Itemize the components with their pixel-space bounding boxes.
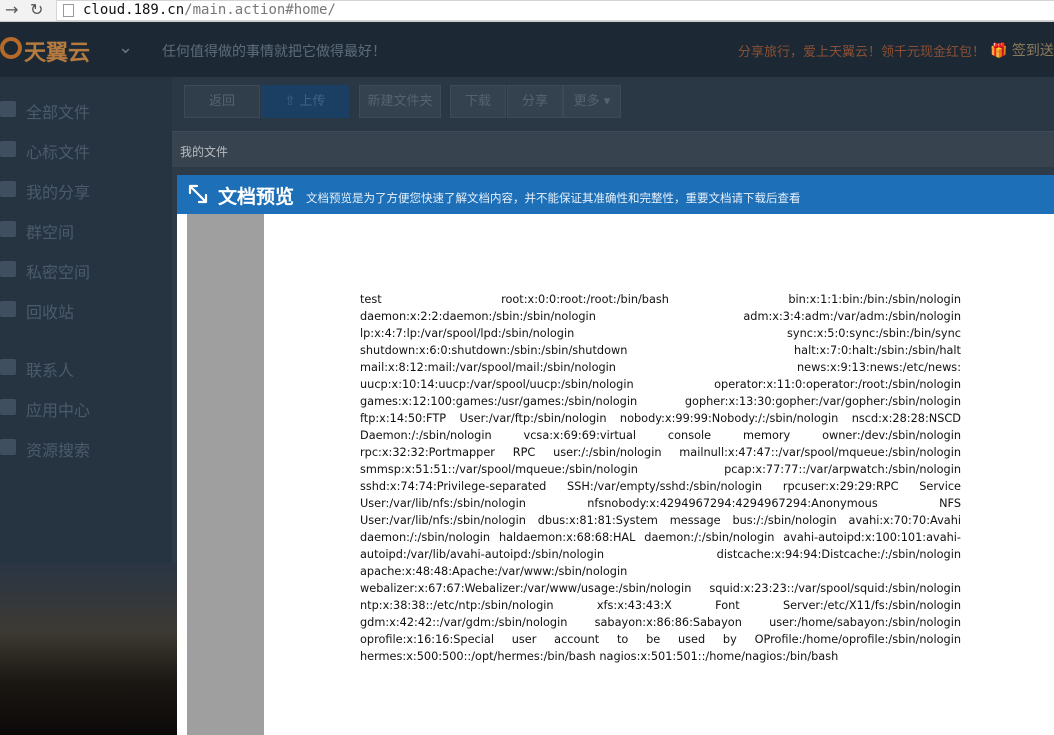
page-icon (63, 4, 74, 17)
app-slogan: 任何值得做的事情就把它做得最好！ (162, 44, 386, 60)
preview-notice: 文档预览是为了方便您快速了解文档内容，并不能保证其准确性和完整性，重要文档请下载… (306, 191, 801, 205)
browser-address-bar: → ↻ cloud.189.cn/main.action#home/ (0, 0, 1054, 22)
download-button[interactable]: 下载 (450, 85, 506, 118)
expand-icon[interactable] (188, 184, 208, 204)
document-line: User:/var/lib/nfs:/sbin/nologin dbus:x:8… (360, 514, 961, 527)
sidebar-item-label: 联系人 (26, 361, 75, 380)
app-logo[interactable]: 天翼云 (24, 35, 90, 67)
document-line: oprofile:x:16:16:Special user account to… (360, 633, 961, 646)
document-line: webalizer:x:67:67:Webalizer:/var/www/usa… (360, 582, 961, 595)
sidebar-item-my-shares[interactable]: 我的分享 (0, 171, 172, 207)
back-button[interactable]: 返回 (184, 85, 260, 118)
page-margin (187, 214, 264, 735)
cloud-icon (0, 101, 16, 117)
sidebar-item-label: 资源搜索 (26, 441, 91, 460)
document-line: mail:x:8:12:mail:/var/spool/mail:/sbin/n… (360, 361, 961, 374)
document-line: shutdown:x:6:0:shutdown:/sbin:/sbin/shut… (360, 344, 961, 357)
contacts-icon (0, 359, 16, 375)
sidebar-item-app-center[interactable]: 应用中心 (0, 389, 172, 425)
document-preview-modal: 文档预览 文档预览是为了方便您快速了解文档内容，并不能保证其准确性和完整性，重要… (177, 175, 1054, 735)
upload-button[interactable]: ⇧ 上传 (261, 85, 349, 118)
document-line: gdm:x:42:42::/var/gdm:/sbin/nologin saba… (360, 616, 961, 629)
sidebar-item-contacts[interactable]: 联系人 (0, 349, 172, 385)
file-toolbar: 返回 ⇧ 上传 新建文件夹 下载 分享 更多 ▾ (172, 77, 1054, 131)
group-icon (0, 221, 16, 237)
heart-icon (0, 141, 16, 157)
share-button[interactable]: 分享 (507, 85, 563, 118)
document-line: apache:x:48:48:Apache:/var/www:/sbin/nol… (360, 565, 628, 578)
document-line: daemon:/:/sbin/nologin haldaemon:x:68:68… (360, 531, 961, 544)
app-header: 天翼云 ⌄ 任何值得做的事情就把它做得最好！ 分享旅行，爱上天翼云！领千元现金红… (0, 23, 1054, 77)
lock-icon (0, 261, 16, 277)
document-line: smmsp:x:51:51::/var/spool/mqueue:/sbin/n… (360, 463, 961, 476)
trash-icon (0, 301, 16, 317)
more-label: 更多 (573, 94, 600, 109)
sidebar-item-label: 应用中心 (26, 401, 91, 420)
sidebar-item-label: 群空间 (26, 223, 75, 242)
breadcrumb-my-files[interactable]: 我的文件 (180, 143, 228, 160)
new-folder-button[interactable]: 新建文件夹 (359, 85, 441, 118)
reload-icon[interactable]: ↻ (30, 1, 43, 19)
caret-down-icon: ▾ (599, 94, 611, 109)
sidebar-item-label: 回收站 (26, 303, 75, 322)
box-icon (0, 399, 16, 415)
forward-icon[interactable]: → (5, 1, 18, 19)
sidebar-item-starred[interactable]: 心标文件 (0, 131, 172, 167)
document-line: test root:x:0:0:root:/root:/bin/bash bin… (360, 293, 961, 306)
share-icon (0, 181, 16, 197)
upload-label: 上传 (299, 94, 326, 109)
document-line: sshd:x:74:74:Privilege-separated SSH:/va… (360, 480, 961, 493)
upload-icon: ⇧ (284, 94, 300, 109)
document-line: autoipd:/var/lib/avahi-autoipd:/sbin/nol… (360, 548, 961, 561)
url-path: /main.action#home/ (184, 2, 336, 18)
sidebar-item-resource-search[interactable]: 资源搜索 (0, 429, 172, 465)
document-line: ntp:x:38:38::/etc/ntp:/sbin/nologin xfs:… (360, 599, 961, 612)
sidebar-item-all-files[interactable]: 全部文件 (0, 91, 172, 127)
document-line: rpc:x:32:32:Portmapper RPC user:/:/sbin/… (360, 446, 961, 459)
document-line: hermes:x:500:500::/opt/hermes:/bin/bash … (360, 650, 839, 663)
url-domain: cloud.189.cn (83, 2, 185, 18)
preview-title: 文档预览 (218, 186, 295, 208)
search-icon (0, 439, 16, 455)
document-line: lp:x:4:7:lp:/var/spool/lpd:/sbin/nologin… (360, 327, 961, 340)
document-line: games:x:12:100:games:/usr/games:/sbin/no… (360, 395, 961, 408)
sidebar-item-label: 全部文件 (26, 103, 91, 122)
sidebar-item-private-space[interactable]: 私密空间 (0, 251, 172, 287)
background-landscape-image (0, 563, 180, 735)
logo-icon (0, 37, 22, 59)
promo-link[interactable]: 分享旅行，爱上天翼云！领千元现金红包！ (738, 41, 985, 60)
document-line: daemon:x:2:2:daemon:/sbin:/sbin/nologin … (360, 310, 961, 323)
sidebar-item-recycle-bin[interactable]: 回收站 (0, 291, 172, 327)
chevron-down-icon[interactable]: ⌄ (118, 37, 133, 58)
breadcrumb: 我的文件 (172, 131, 1054, 167)
document-page: test root:x:0:0:root:/root:/bin/bash bin… (264, 214, 1054, 735)
document-line: ftp:x:14:50:FTP User:/var/ftp:/sbin/nolo… (360, 412, 961, 425)
url-text: cloud.189.cn/main.action#home/ (83, 2, 336, 18)
preview-header: 文档预览 文档预览是为了方便您快速了解文档内容，并不能保证其准确性和完整性，重要… (177, 175, 1054, 214)
document-line: Daemon:/:/sbin/nologin vcsa:x:69:69:virt… (360, 429, 961, 442)
document-line: User:/var/lib/nfs:/sbin/nologin nfsnobod… (360, 497, 961, 510)
signin-label: 签到送空 (1011, 43, 1054, 59)
document-text: test root:x:0:0:root:/root:/bin/bash bin… (360, 291, 961, 665)
url-field[interactable]: cloud.189.cn/main.action#home/ (56, 0, 1054, 21)
preview-body: test root:x:0:0:root:/root:/bin/bash bin… (177, 214, 1054, 735)
more-button[interactable]: 更多 ▾ (563, 85, 621, 118)
sidebar-item-label: 私密空间 (26, 263, 91, 282)
document-line: uucp:x:10:14:uucp:/var/spool/uucp:/sbin/… (360, 378, 961, 391)
sidebar-item-label: 心标文件 (26, 143, 91, 162)
sidebar-item-group-space[interactable]: 群空间 (0, 211, 172, 247)
signin-link[interactable]: 🎁 签到送空 (990, 40, 1054, 60)
sidebar-item-label: 我的分享 (26, 183, 91, 202)
